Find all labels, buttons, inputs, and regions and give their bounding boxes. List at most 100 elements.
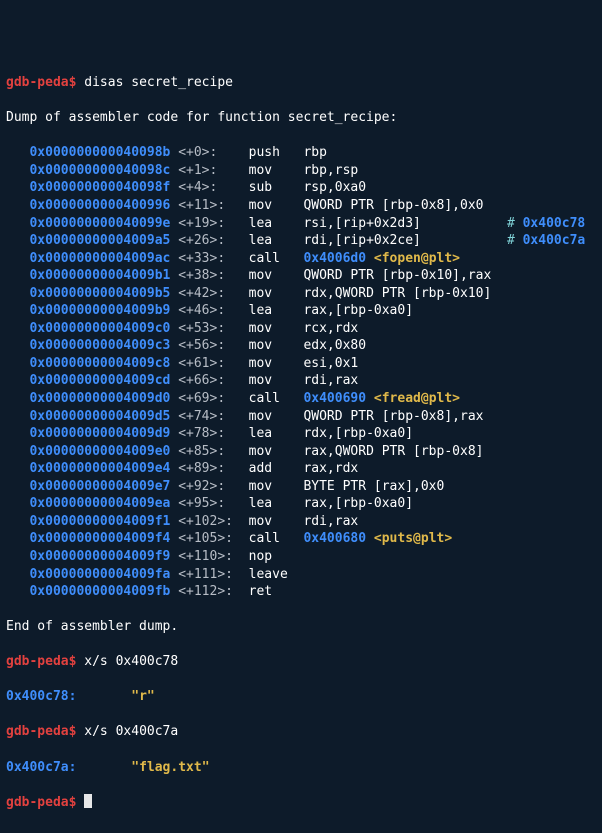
mnemonic: ret	[249, 584, 304, 599]
comment-addr: 0x400c7a	[523, 233, 586, 248]
addr: 0x00000000004009f1	[29, 514, 170, 529]
offset: <+112>:	[178, 584, 248, 599]
asm-row: 0x00000000004009d5 <+74>: mov QWORD PTR …	[6, 408, 596, 426]
operands: rbp,rsp	[303, 163, 358, 178]
comment-hash: #	[507, 216, 523, 231]
mnemonic: mov	[249, 163, 304, 178]
asm-row: 0x00000000004009cd <+66>: mov rdi,rax	[6, 372, 596, 390]
addr: 0x00000000004009cd	[29, 373, 170, 388]
asm-row: 0x00000000004009e4 <+89>: add rax,rdx	[6, 460, 596, 478]
operands: rsi,[rip+0x2d3]	[303, 216, 420, 231]
addr: 0x00000000004009ac	[29, 251, 170, 266]
gdb-prompt: gdb-peda$	[6, 75, 76, 90]
offset: <+11>:	[178, 198, 248, 213]
addr: 0x00000000004009d5	[29, 409, 170, 424]
operands: rdi,rax	[303, 373, 358, 388]
mnemonic: lea	[249, 216, 304, 231]
offset: <+69>:	[178, 391, 248, 406]
dump-footer: End of assembler dump.	[6, 618, 596, 636]
asm-row: 0x00000000004009d9 <+78>: lea rdx,[rbp-0…	[6, 425, 596, 443]
asm-row: 0x00000000004009e7 <+92>: mov BYTE PTR […	[6, 478, 596, 496]
asm-row: 0x00000000004009b9 <+46>: lea rax,[rbp-0…	[6, 302, 596, 320]
offset: <+42>:	[178, 286, 248, 301]
offset: <+4>:	[178, 180, 248, 195]
mnemonic: mov	[249, 286, 304, 301]
addr: 0x00000000004009d0	[29, 391, 170, 406]
asm-row: 0x00000000004009e0 <+85>: mov rax,QWORD …	[6, 443, 596, 461]
addr: 0x00000000004009f4	[29, 531, 170, 546]
mnemonic: mov	[249, 479, 304, 494]
asm-row: 0x00000000004009c3 <+56>: mov edx,0x80	[6, 337, 596, 355]
addr: 0x00000000004009b5	[29, 286, 170, 301]
addr: 0x00000000004009e0	[29, 444, 170, 459]
gdb-prompt: gdb-peda$	[6, 795, 76, 810]
addr: 0x00000000004009e4	[29, 461, 170, 476]
mnemonic: mov	[249, 338, 304, 353]
operands: edx,0x80	[303, 338, 366, 353]
offset: <+111>:	[178, 567, 248, 582]
addr: 0x00000000004009b1	[29, 268, 170, 283]
offset: <+110>:	[178, 549, 248, 564]
mnemonic: mov	[249, 373, 304, 388]
comment-addr: 0x400c78	[523, 216, 586, 231]
offset: <+53>:	[178, 321, 248, 336]
operands: rdx,QWORD PTR [rbp-0x10]	[303, 286, 491, 301]
addr: 0x00000000004009c8	[29, 356, 170, 371]
mnemonic: call	[249, 251, 304, 266]
prompt-line-1[interactable]: gdb-peda$ disas secret_recipe	[6, 74, 596, 92]
mnemonic: lea	[249, 426, 304, 441]
call-symbol: <fopen@plt>	[374, 251, 460, 266]
terminal: { "prompt": "gdb-peda$", "cmds": { "disa…	[0, 0, 602, 833]
operands: rcx,rdx	[303, 321, 358, 336]
mnemonic: mov	[249, 198, 304, 213]
dump-header: Dump of assembler code for function secr…	[6, 109, 596, 127]
offset: <+56>:	[178, 338, 248, 353]
prompt-line-2[interactable]: gdb-peda$ x/s 0x400c78	[6, 653, 596, 671]
cmd-xs2: x/s 0x400c7a	[84, 724, 178, 739]
offset: <+1>:	[178, 163, 248, 178]
addr: 0x400c7a:	[6, 760, 76, 775]
addr: 0x00000000004009e7	[29, 479, 170, 494]
addr: 0x000000000040098b	[29, 145, 170, 160]
operands: rdi,[rip+0x2ce]	[303, 233, 420, 248]
offset: <+74>:	[178, 409, 248, 424]
offset: <+46>:	[178, 303, 248, 318]
call-symbol: <fread@plt>	[374, 391, 460, 406]
operands: rax,[rbp-0xa0]	[303, 496, 413, 511]
addr: 0x00000000004009a5	[29, 233, 170, 248]
offset: <+89>:	[178, 461, 248, 476]
prompt-line-4[interactable]: gdb-peda$	[6, 794, 596, 812]
gdb-prompt: gdb-peda$	[6, 654, 76, 669]
xs-result-1: 0x400c78: "r"	[6, 688, 596, 706]
offset: <+0>:	[178, 145, 248, 160]
asm-row: 0x000000000040099e <+19>: lea rsi,[rip+0…	[6, 215, 596, 233]
mnemonic: call	[249, 531, 304, 546]
asm-row: 0x00000000004009c8 <+61>: mov esi,0x1	[6, 355, 596, 373]
offset: <+66>:	[178, 373, 248, 388]
mnemonic: mov	[249, 444, 304, 459]
operands: rdx,[rbp-0xa0]	[303, 426, 413, 441]
operands: rbp	[303, 145, 326, 160]
asm-row: 0x00000000004009c0 <+53>: mov rcx,rdx	[6, 320, 596, 338]
offset: <+38>:	[178, 268, 248, 283]
operands: rax,rdx	[303, 461, 358, 476]
addr: 0x000000000040099e	[29, 216, 170, 231]
mnemonic: call	[249, 391, 304, 406]
addr: 0x00000000004009fb	[29, 584, 170, 599]
operands: QWORD PTR [rbp-0x8],rax	[303, 409, 483, 424]
cmd-disas: disas secret_recipe	[84, 75, 233, 90]
mnemonic: lea	[249, 496, 304, 511]
cmd-xs1: x/s 0x400c78	[84, 654, 178, 669]
mnemonic: mov	[249, 409, 304, 424]
offset: <+85>:	[178, 444, 248, 459]
prompt-line-3[interactable]: gdb-peda$ x/s 0x400c7a	[6, 723, 596, 741]
mnemonic: nop	[249, 549, 304, 564]
asm-row: 0x00000000004009b5 <+42>: mov rdx,QWORD …	[6, 285, 596, 303]
asm-row: 0x00000000004009f1 <+102>: mov rdi,rax	[6, 513, 596, 531]
call-addr: 0x4006d0	[303, 251, 366, 266]
mnemonic: add	[249, 461, 304, 476]
operands: rax,QWORD PTR [rbp-0x8]	[303, 444, 483, 459]
mnemonic: mov	[249, 514, 304, 529]
cursor	[84, 794, 92, 808]
addr: 0x00000000004009c0	[29, 321, 170, 336]
